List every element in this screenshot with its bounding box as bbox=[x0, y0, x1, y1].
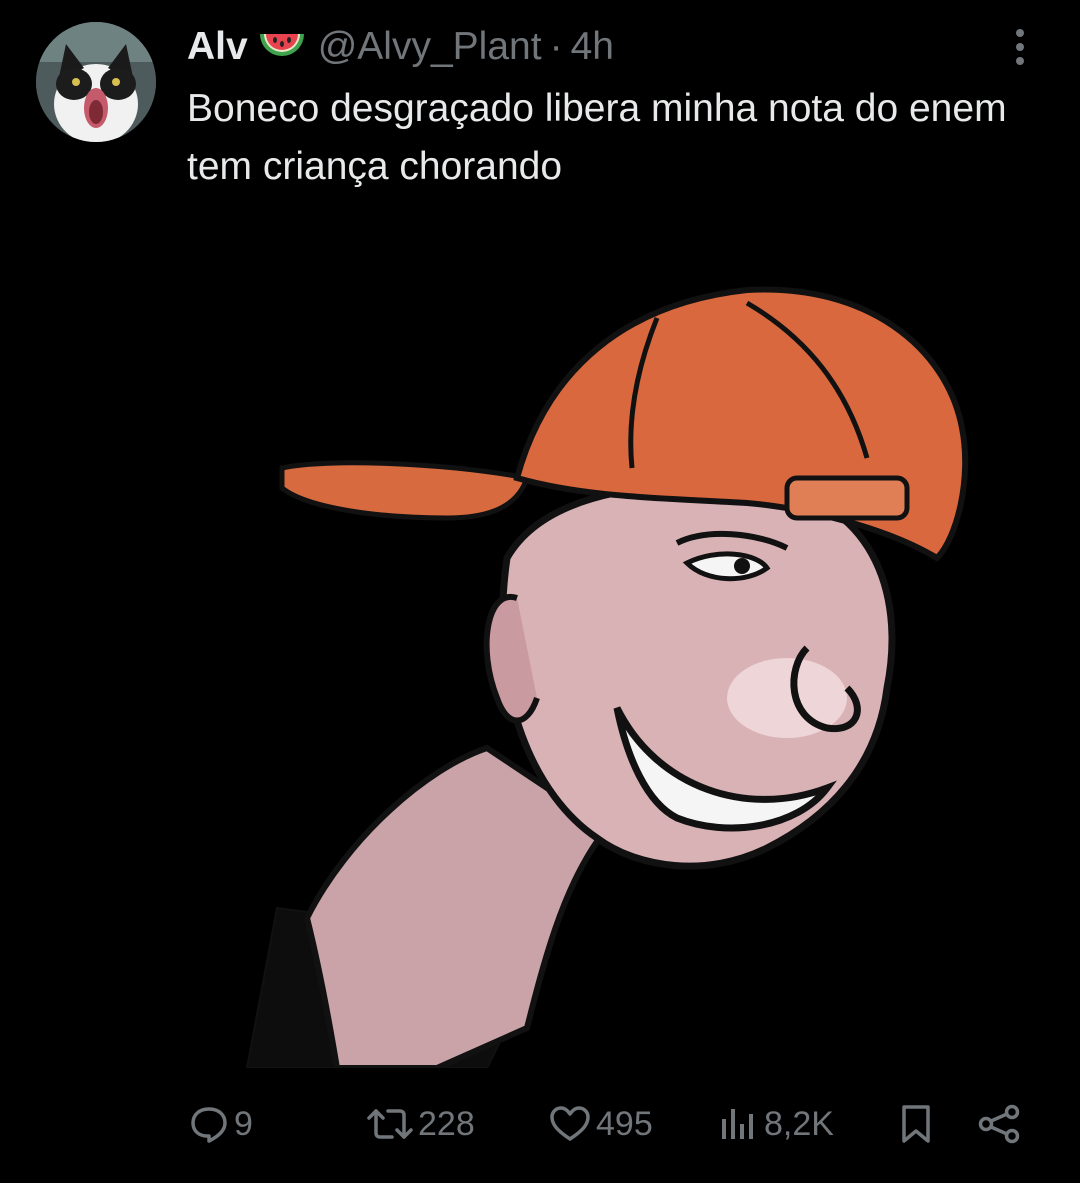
analytics-icon bbox=[722, 1109, 753, 1139]
views-count: 8,2K bbox=[764, 1104, 834, 1143]
more-options-icon[interactable] bbox=[1004, 26, 1036, 68]
like-count: 495 bbox=[596, 1104, 653, 1143]
display-name[interactable]: Alv bbox=[187, 25, 248, 69]
reply-count: 9 bbox=[234, 1104, 253, 1143]
tweet-header: Alv @Alvy_Plant · 4h bbox=[187, 22, 614, 72]
heart-icon bbox=[550, 1106, 590, 1141]
views-button[interactable]: 8,2K bbox=[716, 1094, 834, 1154]
separator-dot: · bbox=[549, 25, 563, 68]
reply-button[interactable]: 9 bbox=[188, 1094, 253, 1154]
bookmark-icon bbox=[902, 1105, 930, 1143]
retweet-count: 228 bbox=[418, 1104, 475, 1143]
timestamp[interactable]: 4h bbox=[571, 25, 614, 69]
user-handle[interactable]: @Alvy_Plant bbox=[318, 25, 542, 69]
reply-icon bbox=[191, 1107, 227, 1143]
tweet-actions: 9 228 495 8,2K bbox=[0, 1094, 1080, 1154]
retweet-button[interactable]: 228 bbox=[366, 1094, 475, 1154]
tweet-text: Boneco desgraçado libera minha nota do e… bbox=[187, 87, 1007, 188]
tweet-media-image[interactable] bbox=[187, 228, 1057, 1068]
watermelon-icon bbox=[258, 30, 306, 64]
cat-avatar-icon bbox=[36, 22, 156, 142]
bookmark-button[interactable] bbox=[896, 1094, 936, 1154]
share-icon bbox=[978, 1104, 1020, 1144]
meme-image bbox=[187, 228, 1057, 1068]
avatar[interactable] bbox=[36, 22, 156, 142]
tweet[interactable]: Alv @Alvy_Plant · 4h Boneco desgraçado l… bbox=[0, 0, 1080, 1183]
share-button[interactable] bbox=[976, 1094, 1022, 1154]
retweet-icon bbox=[367, 1109, 413, 1139]
like-button[interactable]: 495 bbox=[548, 1094, 653, 1154]
